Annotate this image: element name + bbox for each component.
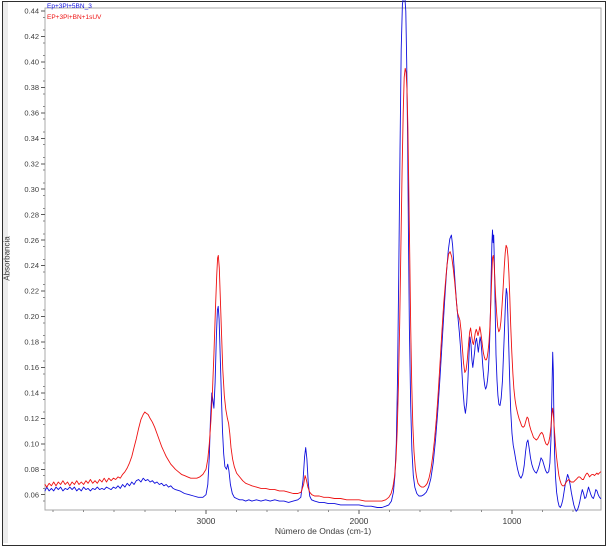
spectrum-plot-canvas[interactable]: 0.44 0.42 0.40 0.38 0.36 0.34 0.32 0.30 0.28 0.26…	[0, 0, 608, 548]
y-axis-tick-label: 0.08	[24, 465, 39, 474]
series-line-0	[45, 0, 601, 511]
y-axis-tick-label: 0.16	[24, 363, 39, 372]
x-axis-tick-label: 3000	[196, 516, 215, 526]
y-axis-tick-label: 0.44	[24, 7, 39, 16]
y-axis-tick-label: 0.28	[24, 210, 39, 219]
y-axis-tick-label: 0.06	[24, 490, 39, 499]
y-axis-tick-label: 0.32	[24, 159, 39, 168]
x-axis-title: Número de Ondas (cm-1)	[45, 526, 601, 536]
y-axis-tick-label: 0.20	[24, 312, 39, 321]
y-axis-tick-label: 0.42	[24, 32, 39, 41]
plot-frame	[45, 8, 601, 510]
series-line-1	[45, 68, 601, 501]
y-axis-tick-label: 0.36	[24, 108, 39, 117]
legend-entry-sample1[interactable]: Ep+3Pl+5BN_3	[47, 2, 92, 12]
y-axis-tick-label: 0.10	[24, 439, 39, 448]
y-axis-tick-label: 0.14	[24, 389, 39, 398]
y-axis-tick-label: 0.38	[24, 83, 39, 92]
y-axis-tick-label: 0.24	[24, 261, 39, 270]
y-axis-title: Absorbancia	[3, 209, 12, 309]
spectra-chart-window: 0.44 0.42 0.40 0.38 0.36 0.34 0.32 0.30 0.28 0.26…	[0, 0, 608, 548]
y-axis-tick-label: 0.30	[24, 185, 39, 194]
legend-entry-sample2[interactable]: EP+3Pl+BN+1sUV	[47, 13, 101, 23]
y-axis-tick-label: 0.26	[24, 236, 39, 245]
y-axis-tick-label: 0.12	[24, 414, 39, 423]
y-axis-tick-label: 0.22	[24, 287, 39, 296]
y-axis-tick-label: 0.34	[24, 134, 39, 143]
y-axis-tick-label: 0.40	[24, 58, 39, 67]
y-axis-tick-label: 0.18	[24, 338, 39, 347]
x-axis-tick-label: 1000	[502, 516, 521, 526]
x-axis-tick-label: 2000	[349, 516, 368, 526]
